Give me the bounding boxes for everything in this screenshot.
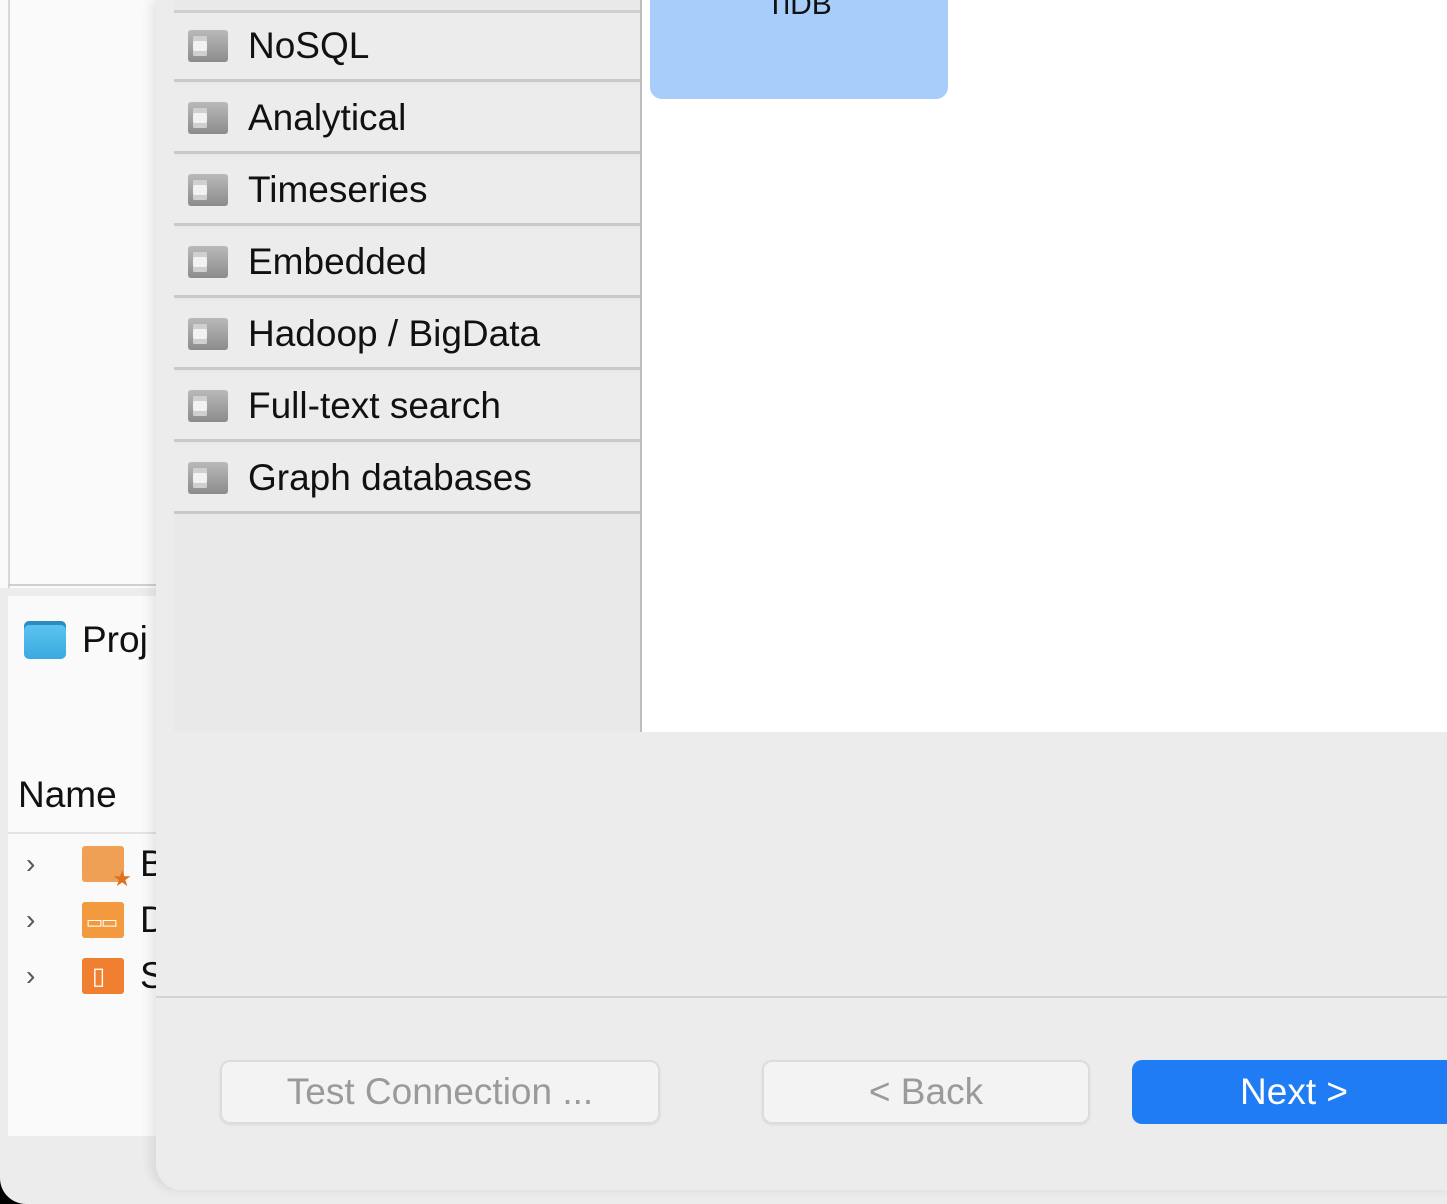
chevron-right-icon[interactable]: › (26, 848, 50, 880)
diagrams-folder-icon (82, 902, 124, 938)
chevron-right-icon[interactable]: › (26, 960, 50, 992)
bookmarks-folder-icon (82, 846, 132, 892)
category-item-full-text-search[interactable]: Full-text search (174, 373, 640, 442)
category-label: Analytical (248, 97, 407, 138)
database-folder-icon (188, 246, 228, 278)
database-folder-icon (188, 102, 228, 134)
category-item-embedded[interactable]: Embedded (174, 229, 640, 298)
database-folder-icon (188, 390, 228, 422)
project-panel-header[interactable]: Proj (24, 619, 148, 660)
category-item-nosql[interactable]: NoSQL (174, 13, 640, 82)
test-connection-button[interactable]: Test Connection ... (220, 1060, 660, 1124)
scripts-folder-icon (82, 958, 124, 994)
driver-tile-tidb[interactable]: TiDB (650, 0, 948, 99)
column-header-divider (8, 832, 170, 834)
tree-item-diagrams[interactable]: › D (26, 894, 167, 946)
database-folder-icon (188, 174, 228, 206)
button-bar-divider (156, 996, 1447, 998)
category-item-graph-databases[interactable]: Graph databases (174, 445, 640, 514)
category-item-analytical[interactable]: Analytical (174, 85, 640, 154)
category-label: Timeseries (248, 169, 428, 210)
navigator-panel (0, 0, 170, 588)
tree-item-bookmarks[interactable]: › B (26, 838, 165, 892)
next-button[interactable]: Next > (1132, 1060, 1447, 1124)
tree-item-scripts[interactable]: › S (26, 950, 165, 1002)
database-folder-icon (188, 462, 228, 494)
driver-gallery: TiDB (642, 0, 1447, 732)
driver-tile-label: TiDB (766, 0, 832, 21)
category-label: Full-text search (248, 385, 501, 426)
category-label: NoSQL (248, 25, 370, 66)
database-category-list: NoSQL Analytical Timeseries Embedded Had… (174, 0, 642, 732)
back-button[interactable]: < Back (762, 1060, 1090, 1124)
chevron-right-icon[interactable]: › (26, 904, 50, 936)
category-label: Graph databases (248, 457, 532, 498)
category-item-hadoop-bigdata[interactable]: Hadoop / BigData (174, 301, 640, 370)
connect-to-database-dialog: NoSQL Analytical Timeseries Embedded Had… (156, 0, 1447, 1190)
project-icon (24, 621, 66, 659)
category-label: Hadoop / BigData (248, 313, 541, 354)
category-label: Embedded (248, 241, 427, 282)
name-column-header[interactable]: Name (18, 774, 117, 816)
database-folder-icon (188, 318, 228, 350)
category-item-timeseries[interactable]: Timeseries (174, 157, 640, 226)
project-panel: Proj Name › B › D › S (8, 596, 170, 1136)
database-folder-icon (188, 30, 228, 62)
project-panel-title: Proj (82, 619, 148, 660)
